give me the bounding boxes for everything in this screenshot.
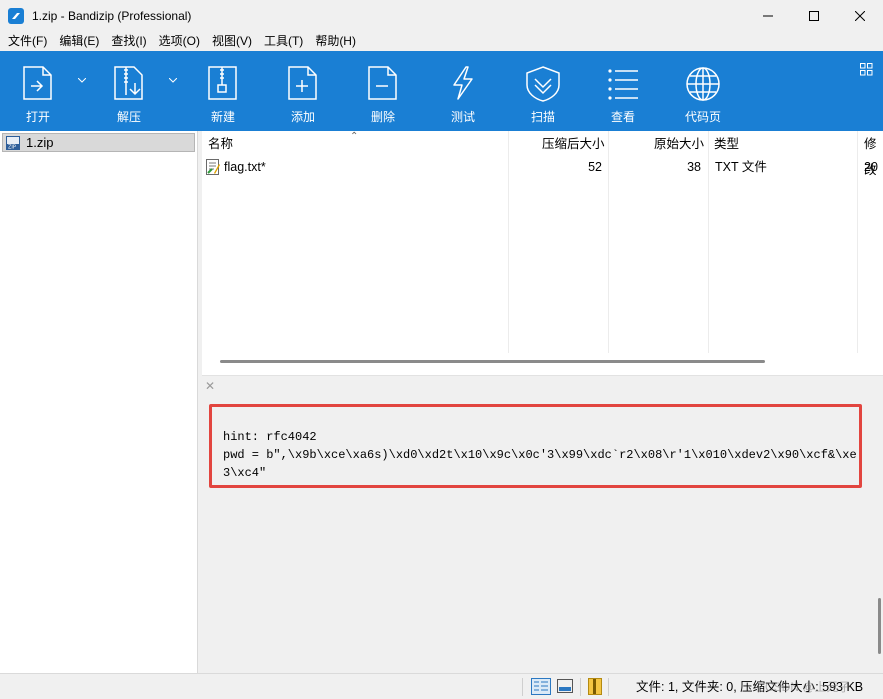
file-list: 名称 ⌃ 压缩后大小 原始大小 类型 修改 flag.txt* 52 38 TX… xyxy=(202,131,883,375)
toolbar: 打开 解压 新建 添加 删除 测试 扫描 查看 代码页 xyxy=(0,51,883,131)
menu-view[interactable]: 视图(V) xyxy=(206,31,258,51)
minimize-button[interactable] xyxy=(745,0,791,31)
svg-text:ZIP: ZIP xyxy=(8,144,16,150)
file-original-size: 38 xyxy=(687,160,701,174)
title-bar: 1.zip - Bandizip (Professional) xyxy=(0,0,883,31)
maximize-icon xyxy=(809,10,819,21)
file-compressed-size: 52 xyxy=(588,160,602,174)
grid-icon xyxy=(860,63,873,76)
window-title: 1.zip - Bandizip (Professional) xyxy=(32,8,192,23)
close-comment-icon[interactable]: ✕ xyxy=(205,379,215,393)
open-label: 打开 xyxy=(25,110,50,124)
delete-button[interactable]: 删除 xyxy=(348,51,418,131)
status-divider xyxy=(522,678,523,696)
menu-tools[interactable]: 工具(T) xyxy=(258,31,309,51)
archive-icon xyxy=(588,678,602,695)
vertical-scrollbar[interactable] xyxy=(878,598,881,654)
new-archive-label: 新建 xyxy=(210,110,235,124)
add-label: 添加 xyxy=(290,110,315,124)
view-button[interactable]: 查看 xyxy=(588,51,658,131)
comment-pane: ✕ hint: rfc4042 pwd = b",\x9b\xce\xa6s)\… xyxy=(202,375,883,673)
tree-item-label: 1.zip xyxy=(26,135,54,150)
status-divider xyxy=(608,678,609,696)
table-row[interactable]: flag.txt* 52 38 TXT 文件 20 xyxy=(202,157,883,177)
column-header-original-size[interactable]: 原始大小 xyxy=(654,131,704,156)
watermark: CSDN @上元子 xyxy=(765,680,851,694)
close-button[interactable] xyxy=(837,0,883,31)
text-file-icon xyxy=(206,159,220,175)
column-header-type[interactable]: 类型 xyxy=(714,131,739,156)
view-label: 查看 xyxy=(610,110,635,124)
view-icon xyxy=(608,69,638,100)
column-header-name[interactable]: 名称 xyxy=(208,131,233,156)
new-archive-button[interactable]: 新建 xyxy=(188,51,258,131)
open-dropdown[interactable] xyxy=(75,73,89,87)
menu-edit[interactable]: 编辑(E) xyxy=(53,31,105,51)
new-archive-icon xyxy=(208,66,237,100)
open-icon xyxy=(23,66,52,100)
layout-toggle-button[interactable] xyxy=(860,63,873,79)
menu-find[interactable]: 查找(I) xyxy=(105,31,152,51)
menu-file[interactable]: 文件(F) xyxy=(2,31,53,51)
scan-button[interactable]: 扫描 xyxy=(508,51,578,131)
details-view-icon[interactable] xyxy=(531,678,551,695)
file-modified: 20 xyxy=(864,160,878,174)
add-icon xyxy=(288,66,317,100)
status-bar: 文件: 1, 文件夹: 0, 压缩文件大小: 593 KB CSDN @上元子 xyxy=(0,673,883,699)
delete-icon xyxy=(368,66,397,100)
close-icon xyxy=(855,10,865,21)
extract-label: 解压 xyxy=(116,110,141,124)
column-header-compressed-size[interactable]: 压缩后大小 xyxy=(542,131,605,156)
menu-options[interactable]: 选项(O) xyxy=(153,31,206,51)
extract-dropdown[interactable] xyxy=(166,73,180,87)
delete-label: 删除 xyxy=(370,110,395,124)
test-icon xyxy=(453,66,473,100)
folder-tree: ZIP 1.zip xyxy=(0,131,198,673)
codepage-label: 代码页 xyxy=(684,110,721,124)
globe-icon xyxy=(686,67,720,101)
status-divider xyxy=(580,678,581,696)
codepage-button[interactable]: 代码页 xyxy=(668,51,738,131)
chevron-down-icon xyxy=(169,77,177,83)
zip-archive-icon: ZIP xyxy=(6,135,20,150)
test-button[interactable]: 测试 xyxy=(428,51,498,131)
minimize-icon xyxy=(763,15,773,16)
scan-icon xyxy=(526,66,560,102)
scan-label: 扫描 xyxy=(530,110,555,124)
add-button[interactable]: 添加 xyxy=(268,51,338,131)
horizontal-scrollbar[interactable] xyxy=(220,360,765,363)
bandizip-app-icon xyxy=(8,7,24,24)
menu-bar: 文件(F) 编辑(E) 查找(I) 选项(O) 视图(V) 工具(T) 帮助(H… xyxy=(0,31,883,51)
preview-pane-icon[interactable] xyxy=(557,678,573,695)
extract-icon xyxy=(114,66,143,100)
chevron-down-icon xyxy=(78,77,86,83)
open-button[interactable]: 打开 xyxy=(3,51,73,131)
test-label: 测试 xyxy=(450,110,475,124)
extract-button[interactable]: 解压 xyxy=(94,51,164,131)
column-header-modified[interactable]: 修改 xyxy=(864,131,883,177)
archive-comment: hint: rfc4042 pwd = b",\x9b\xce\xa6s)\xd… xyxy=(223,430,857,480)
sort-ascending-icon: ⌃ xyxy=(350,131,359,142)
file-type: TXT 文件 xyxy=(715,160,767,174)
file-name: flag.txt* xyxy=(224,160,266,174)
menu-help[interactable]: 帮助(H) xyxy=(309,31,362,51)
maximize-button[interactable] xyxy=(791,0,837,31)
tree-item-archive[interactable]: ZIP 1.zip xyxy=(2,133,195,152)
